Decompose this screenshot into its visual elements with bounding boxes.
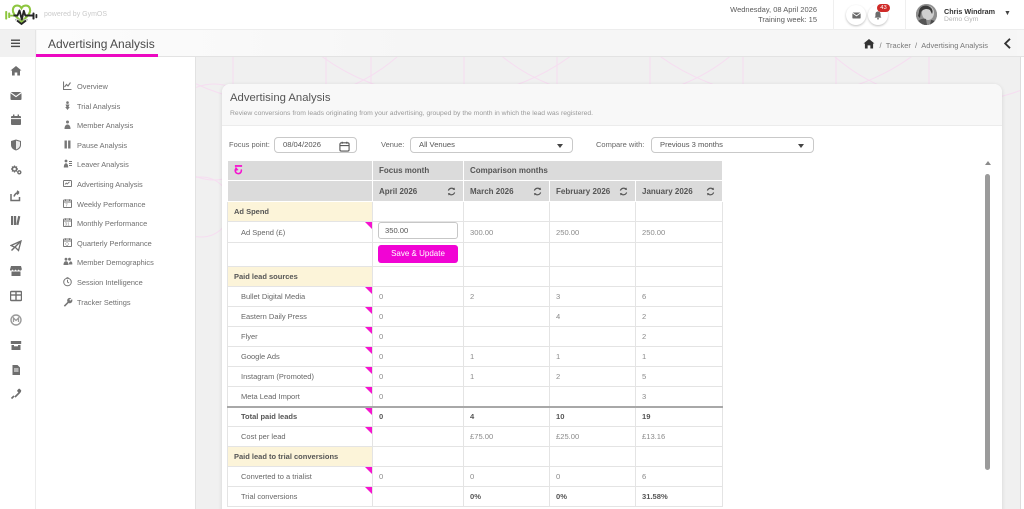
svg-text:Q: Q: [65, 241, 69, 246]
svg-text:31: 31: [65, 222, 71, 227]
svg-text:7: 7: [65, 202, 68, 207]
